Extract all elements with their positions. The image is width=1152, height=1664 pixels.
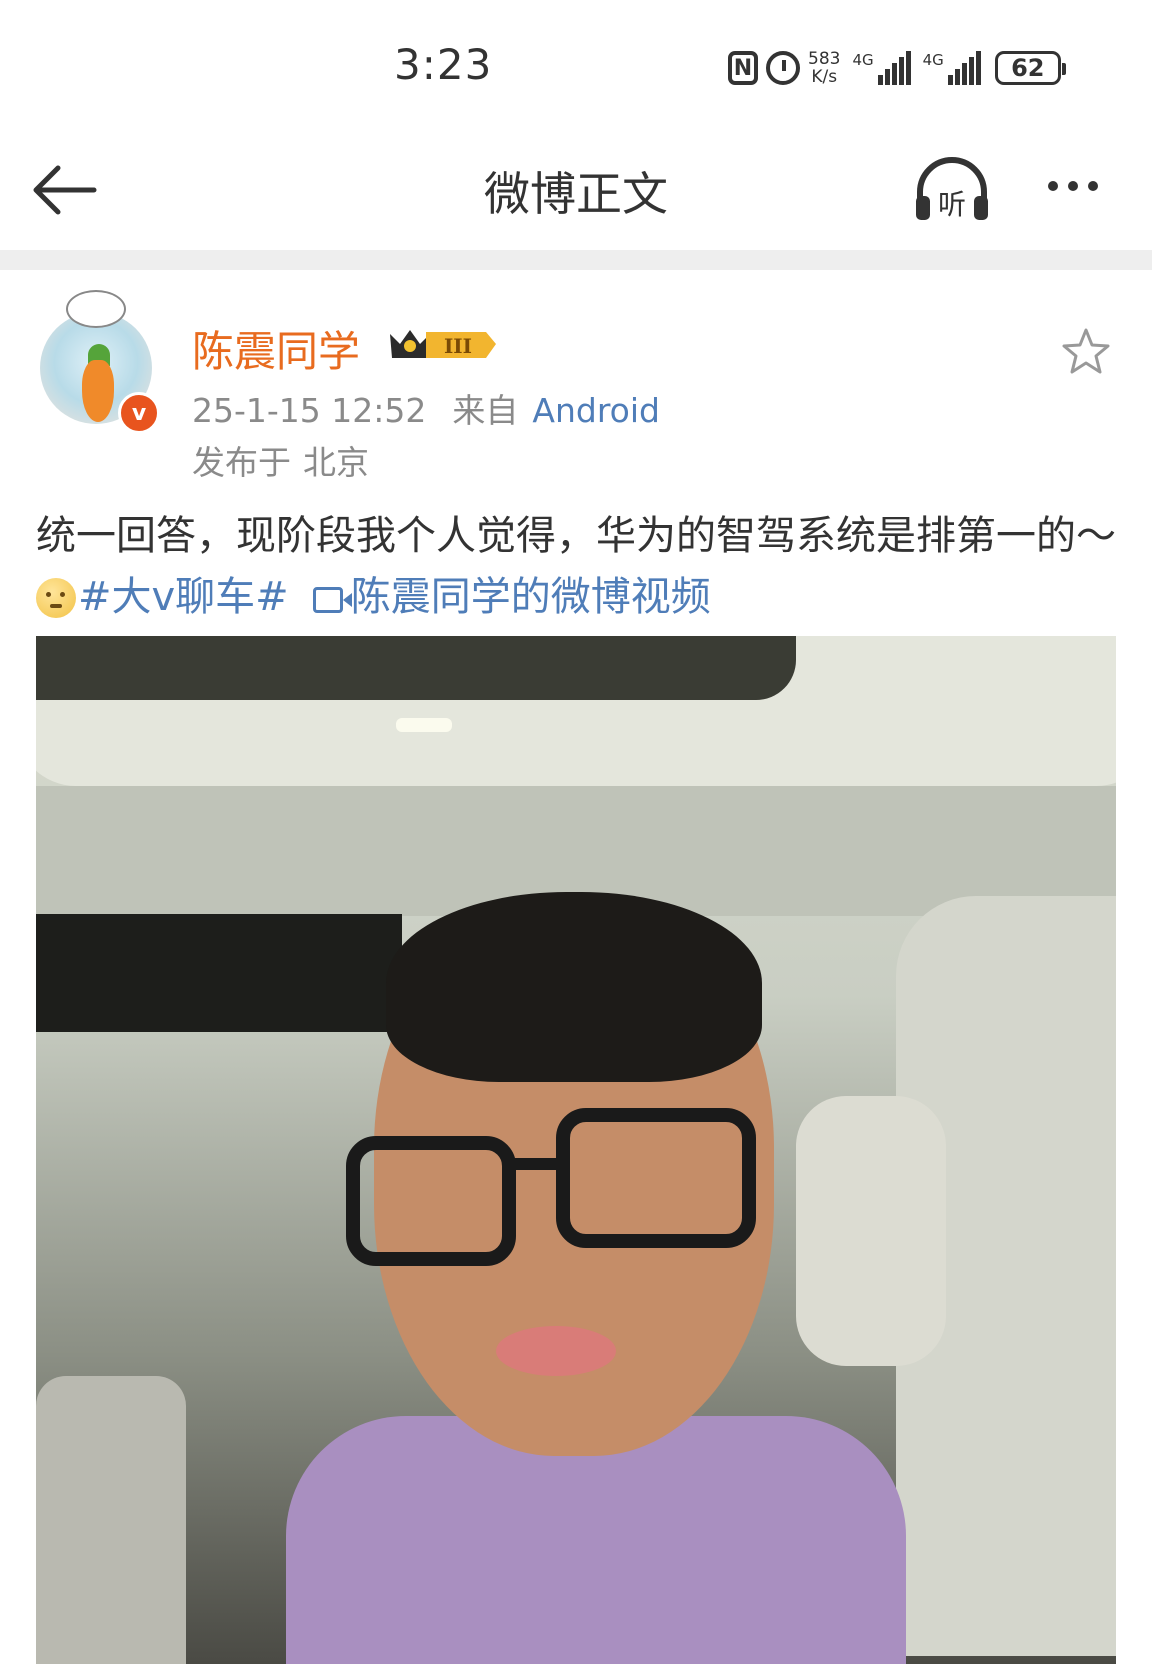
location-city: 北京 — [303, 443, 369, 482]
listen-label: 听 — [938, 188, 966, 221]
avatar-decoration — [66, 290, 126, 328]
source-label: 来自 — [452, 391, 519, 430]
speed-unit: K/s — [811, 67, 838, 87]
verified-badge-icon: v — [118, 392, 160, 434]
favorite-star-icon[interactable] — [1060, 326, 1112, 378]
post-location: 发布于 北京 — [192, 436, 369, 484]
source-link[interactable]: Android — [532, 391, 660, 430]
network-speed: 583 K/s — [808, 50, 840, 86]
nfc-icon: N — [728, 51, 758, 85]
badge-level: III — [444, 334, 472, 358]
signal-icon-2: 4G — [923, 51, 981, 85]
signal-icon: 4G — [852, 51, 911, 85]
network-type: 4G — [852, 51, 874, 69]
alarm-icon — [766, 51, 800, 85]
battery-icon: 62 — [994, 51, 1066, 85]
more-options-icon[interactable] — [1048, 166, 1118, 206]
section-divider — [0, 250, 1152, 270]
status-icons: N 583 K/s 4G 4G 62 — [728, 44, 1066, 92]
post-text: 统一回答，现阶段我个人觉得，华为的智驾系统是排第一的～ #大v聊车# 陈震同学的微博… — [36, 506, 1126, 628]
smile-emoji-icon — [36, 578, 76, 618]
post-video[interactable] — [36, 636, 1116, 1664]
location-prefix: 发布于 — [192, 443, 291, 482]
video-link-label: 陈震同学的微博视频 — [350, 574, 711, 620]
post-meta: 25-1-15 12:52 来自 Android — [192, 384, 660, 432]
post-body: 统一回答，现阶段我个人觉得，华为的智驾系统是排第一的～ — [36, 513, 1116, 559]
speed-value: 583 — [808, 49, 841, 69]
author-name[interactable]: 陈震同学 — [192, 318, 360, 379]
topic-link[interactable]: #大v聊车# — [78, 574, 289, 620]
status-time: 3:23 — [394, 40, 493, 89]
video-person — [286, 892, 906, 1664]
video-link[interactable]: 陈震同学的微博视频 — [312, 574, 711, 620]
status-bar: 3:23 N 583 K/s 4G 4G 62 — [0, 0, 1152, 130]
member-crown-badge-icon[interactable]: III — [386, 324, 498, 364]
listen-headphone-icon[interactable]: 听 — [912, 154, 992, 226]
nav-header: 微博正文 听 — [0, 130, 1152, 250]
avatar[interactable]: v — [38, 290, 160, 434]
post-date: 25-1-15 12:52 — [192, 391, 427, 430]
video-camera-icon — [312, 587, 352, 613]
battery-level: 62 — [1011, 54, 1045, 82]
network-type-2: 4G — [922, 51, 944, 69]
